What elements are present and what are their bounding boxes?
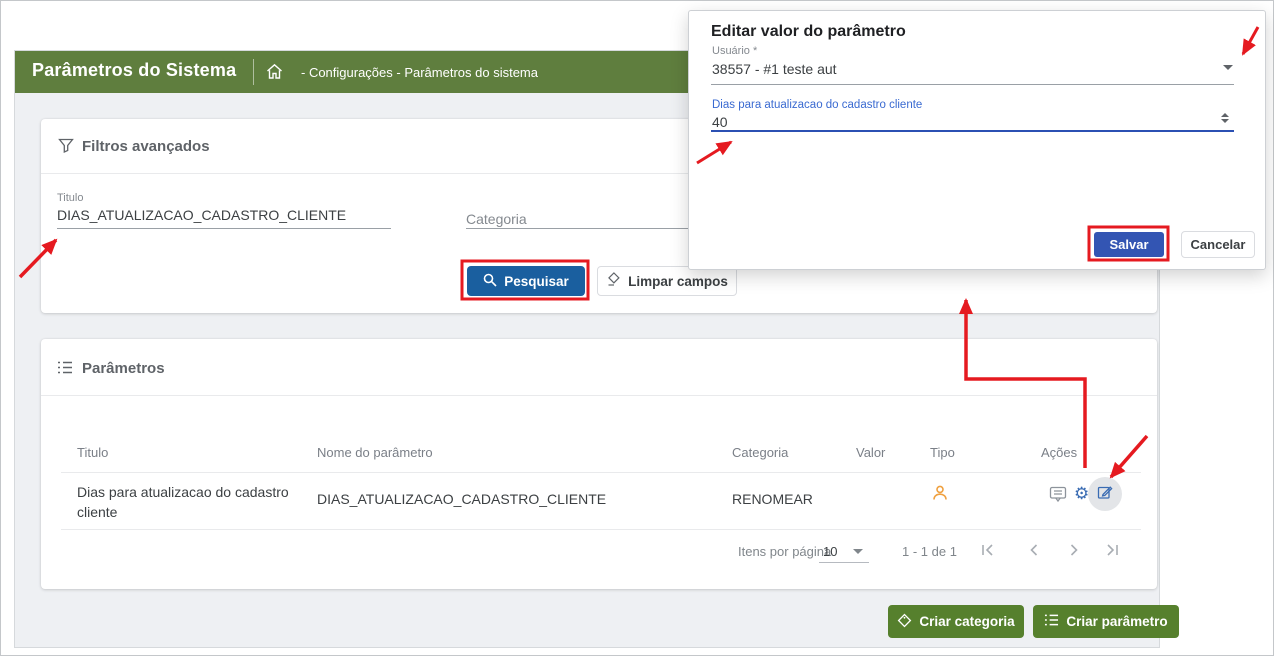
user-select[interactable]: 38557 - #1 teste aut: [712, 61, 837, 77]
tag-icon: [897, 613, 912, 631]
person-icon: [931, 484, 949, 507]
create-category-button[interactable]: Criar categoria: [888, 605, 1024, 638]
titulo-input[interactable]: DIAS_ATUALIZACAO_CADASTRO_CLIENTE: [57, 207, 346, 223]
previous-page-button[interactable]: [1025, 541, 1043, 559]
cell-nome: DIAS_ATUALIZACAO_CADASTRO_CLIENTE: [317, 491, 606, 507]
step-down-icon: [1221, 119, 1229, 123]
create-parameter-button[interactable]: Criar parâmetro: [1033, 605, 1179, 638]
page-title: Parâmetros do Sistema: [32, 60, 236, 81]
filters-title: Filtros avançados: [82, 138, 210, 155]
cancel-button[interactable]: Cancelar: [1181, 231, 1255, 258]
titulo-underline: [57, 228, 391, 229]
list-icon: [57, 360, 73, 380]
column-header-valor: Valor: [856, 445, 885, 460]
pagination-range: 1 - 1 de 1: [902, 544, 957, 559]
user-label: Usuário *: [712, 45, 757, 57]
items-per-page-label: Itens por página: [738, 544, 831, 559]
column-header-titulo: Titulo: [77, 445, 108, 460]
divider: [41, 395, 1157, 396]
column-header-nome: Nome do parâmetro: [317, 445, 433, 460]
divider: [61, 529, 1141, 530]
column-header-acoes: Ações: [1041, 445, 1077, 460]
user-underline: [711, 84, 1234, 85]
comment-icon[interactable]: [1049, 486, 1067, 508]
clear-fields-button[interactable]: Limpar campos: [597, 266, 737, 296]
breadcrumb: - Configurações - Parâmetros do sistema: [301, 65, 538, 80]
categoria-input[interactable]: Categoria: [466, 211, 527, 227]
value-underline-focused: [711, 130, 1234, 132]
chevron-down-icon: [1223, 65, 1233, 70]
next-page-button[interactable]: [1065, 541, 1083, 559]
titulo-label: Titulo: [57, 192, 84, 204]
parameters-title: Parâmetros: [82, 360, 165, 377]
edit-parameter-dialog: Editar valor do parâmetro Usuário * 3855…: [688, 10, 1266, 270]
search-button[interactable]: Pesquisar: [467, 266, 585, 296]
cell-titulo: Dias para atualizacao do cadastro client…: [77, 482, 312, 522]
chevron-down-icon: [853, 549, 863, 554]
home-icon[interactable]: [266, 63, 283, 85]
step-up-icon: [1221, 113, 1229, 117]
number-stepper[interactable]: [1221, 113, 1229, 123]
last-page-button[interactable]: [1103, 541, 1121, 559]
edit-icon: [1097, 484, 1113, 505]
parameter-value-label: Dias para atualizacao do cadastro client…: [712, 99, 922, 111]
clear-icon: [606, 272, 621, 290]
first-page-button[interactable]: [979, 541, 997, 559]
edit-button[interactable]: [1088, 477, 1122, 511]
cell-categoria: RENOMEAR: [732, 491, 813, 507]
search-icon: [483, 273, 497, 290]
gear-icon[interactable]: ⚙: [1074, 485, 1089, 502]
dialog-title: Editar valor do parâmetro: [711, 23, 906, 41]
parameter-value-input[interactable]: 40: [712, 114, 728, 130]
header-divider: [253, 59, 254, 85]
save-button[interactable]: Salvar: [1094, 232, 1164, 257]
list-icon: [1044, 613, 1059, 630]
parameters-card: Parâmetros Titulo Nome do parâmetro Cate…: [41, 339, 1157, 589]
divider: [61, 472, 1141, 473]
column-header-tipo: Tipo: [930, 445, 955, 460]
screenshot-root: Parâmetros do Sistema - Configurações - …: [0, 0, 1274, 656]
filter-icon: [58, 138, 74, 159]
column-header-categoria: Categoria: [732, 445, 788, 460]
